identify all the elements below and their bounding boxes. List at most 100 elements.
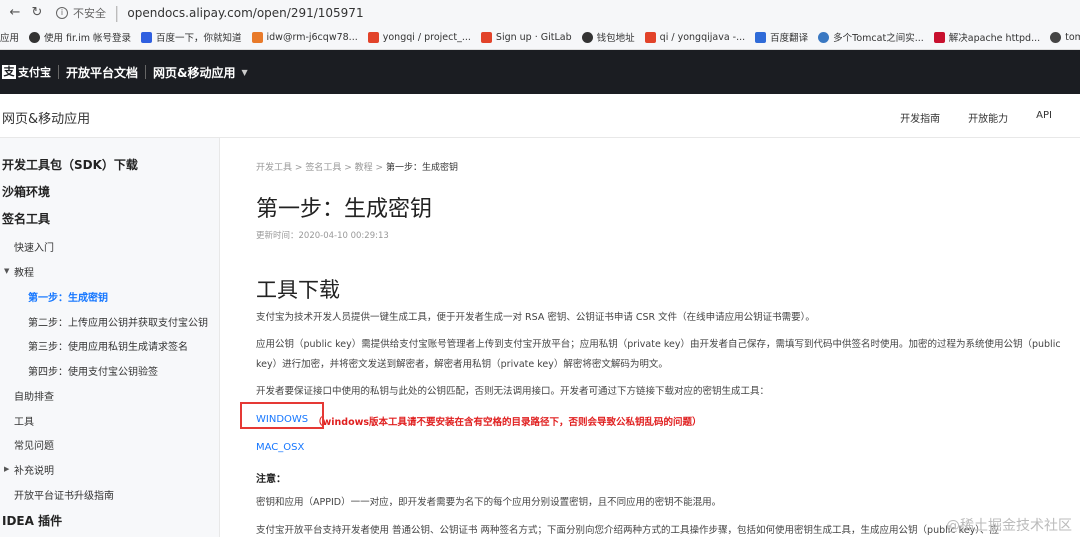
sidebar-item-cert-upgrade[interactable]: 开放平台证书升级指南 xyxy=(14,487,114,502)
address-bar-row: ← ↻ i 不安全 | opendocs.alipay.com/open/291… xyxy=(0,0,1080,25)
url-field[interactable]: opendocs.alipay.com/open/291/105971 xyxy=(127,6,363,20)
translate-icon xyxy=(755,31,767,43)
github-icon xyxy=(29,31,41,43)
note-label: 注意： xyxy=(256,474,286,485)
mac-download-link[interactable]: MAC_OSX xyxy=(256,442,304,453)
breadcrumb-sep: > xyxy=(344,163,352,173)
breadcrumb-sep: > xyxy=(375,163,384,173)
update-time: 更新时间：2020-04-10 00:29:13 xyxy=(256,231,389,241)
topbar-divider xyxy=(58,65,59,79)
back-icon[interactable]: ← xyxy=(4,2,26,24)
bookmark-item[interactable]: idw@rm-j6cqw78... xyxy=(251,31,358,43)
gitlab-icon xyxy=(480,31,492,43)
bookmark-item[interactable]: yongqi / project_... xyxy=(367,31,471,43)
nav-api[interactable]: API xyxy=(1036,110,1052,125)
keys-paragraph: 应用公钥（public key）需提供给支付宝账号管理者上传到支付宝开放平台；应… xyxy=(256,339,1061,370)
reload-icon[interactable]: ↻ xyxy=(26,2,48,24)
csdn-icon xyxy=(933,31,945,43)
bookmark-item[interactable]: 百度一下，你就知道 xyxy=(141,30,242,44)
bookmark-item[interactable]: Sign up · GitLab xyxy=(480,31,572,43)
bookmarks-bar: 应用 使用 fir.im 帐号登录 百度一下，你就知道 idw@rm-j6cqw… xyxy=(0,26,1080,48)
caret-right-icon[interactable]: ▶ xyxy=(4,465,9,473)
nav-dev-guide[interactable]: 开发指南 xyxy=(900,110,940,125)
sidebar-item-faq[interactable]: 常见问题 xyxy=(14,437,54,452)
breadcrumb-item[interactable]: 开发工具 xyxy=(256,163,292,173)
security-label: 不安全 xyxy=(73,6,106,20)
bookmark-label: tomcat xyxy=(1065,31,1080,43)
sign-mode-paragraph: 支付宝开放平台支持开发者使用 普通公钥、公钥证书 两种签名方式；下面分别向您介绍… xyxy=(256,525,1000,536)
bookmark-label: yongqi / project_... xyxy=(382,31,471,43)
docs-title-link[interactable]: 开放平台文档 xyxy=(66,64,138,81)
gitlab-icon xyxy=(367,31,379,43)
sidebar-item-quickstart[interactable]: 快速入门 xyxy=(14,239,54,254)
sidebar-item-idea-plugin[interactable]: IDEA 插件 xyxy=(2,512,62,529)
browser-chrome: ← ↻ i 不安全 | opendocs.alipay.com/open/291… xyxy=(0,0,1080,50)
breadcrumb-sep: > xyxy=(294,163,303,173)
highlight-annotation xyxy=(240,402,324,429)
bookmark-item[interactable]: 钱包地址 xyxy=(581,30,635,44)
sidebar-item-step4[interactable]: 第四步：使用支付宝公钥验签 xyxy=(28,363,158,378)
bookmark-label: 多个Tomcat之间实... xyxy=(833,33,924,44)
windows-warning: （windows版本工具请不要安装在含有空格的目录路径下，否则会导致公私钥乱码的… xyxy=(313,417,702,428)
section-header: 网页&移动应用 开发指南 开放能力 API xyxy=(0,94,1080,138)
cnblogs-icon xyxy=(1050,31,1062,43)
watermark: @稀土掘金技术社区 xyxy=(946,515,1072,535)
product-switcher[interactable]: 网页&移动应用 xyxy=(153,64,235,81)
bookmark-label: 使用 fir.im 帐号登录 xyxy=(44,33,131,44)
alipay-logo-icon: 支 xyxy=(2,65,16,79)
bookmark-label: 百度翻译 xyxy=(770,33,809,44)
breadcrumb: 开发工具 > 签名工具 > 教程 > 第一步：生成密钥 xyxy=(256,160,458,173)
alipay-logo[interactable]: 支 支付宝 xyxy=(2,64,51,80)
watermark-text: @稀土掘金技术社区 xyxy=(946,518,1072,534)
baidu-icon xyxy=(141,31,152,43)
bookmark-label: 百度一下，你就知道 xyxy=(156,33,242,44)
bookmark-item[interactable]: 百度翻译 xyxy=(755,30,808,44)
topbar-divider xyxy=(145,65,147,79)
bookmark-item[interactable]: tomcat xyxy=(1050,31,1080,43)
blog-icon xyxy=(818,31,830,43)
bookmark-item[interactable]: qi / yongqijava -... xyxy=(644,31,746,43)
site-topbar: 支 支付宝 开放平台文档 网页&移动应用 ▼ xyxy=(0,50,1080,94)
info-icon: i xyxy=(56,6,68,19)
section-nav: 开发指南 开放能力 API xyxy=(872,110,1052,125)
sidebar-item-supplement[interactable]: 补充说明 xyxy=(14,462,54,477)
sidebar-item-step2[interactable]: 第二步：上传应用公钥并获取支付宝公钥 xyxy=(28,314,208,329)
bookmark-item[interactable]: 多个Tomcat之间实... xyxy=(818,30,924,44)
gitlab-icon xyxy=(644,31,656,43)
github-icon xyxy=(581,31,593,43)
bookmark-item[interactable]: 解决apache httpd... xyxy=(933,30,1041,44)
bookmark-item[interactable]: 使用 fir.im 帐号登录 xyxy=(29,30,131,44)
bookmark-label: 应用 xyxy=(0,33,20,44)
security-indicator[interactable]: i 不安全 xyxy=(56,5,106,21)
breadcrumb-item[interactable]: 签名工具 xyxy=(305,163,341,173)
nav-capabilities[interactable]: 开放能力 xyxy=(968,110,1008,125)
sidebar-item-step3[interactable]: 第三步：使用应用私钥生成请求签名 xyxy=(28,338,188,353)
sidebar-item-sandbox[interactable]: 沙箱环境 xyxy=(2,183,50,200)
sidebar-item-troubleshoot[interactable]: 自助排查 xyxy=(14,388,54,403)
bookmark-label: 钱包地址 xyxy=(596,33,635,44)
page-title: 第一步：生成密钥 xyxy=(256,197,433,222)
bookmark-label: 解决apache httpd... xyxy=(948,33,1041,44)
chevron-down-icon[interactable]: ▼ xyxy=(241,68,247,77)
bookmark-label: qi / yongqijava -... xyxy=(659,31,746,43)
logo-text: 支付宝 xyxy=(18,66,51,79)
db-icon xyxy=(251,31,263,43)
match-paragraph: 开发者要保证接口中使用的私钥与此处的公钥匹配，否则无法调用接口。开发者可通过下方… xyxy=(256,386,770,397)
note-paragraph: 密钥和应用（APPID）一一对应，即开发者需要为名下的每个应用分别设置密钥，且不… xyxy=(256,497,722,508)
sidebar-item-sdk[interactable]: 开发工具包（SDK）下载 xyxy=(2,156,138,173)
bookmark-apps[interactable]: 应用 xyxy=(0,30,19,44)
sidebar-item-step1[interactable]: 第一步：生成密钥 xyxy=(28,289,108,304)
sidebar-item-sign-tool[interactable]: 签名工具 xyxy=(2,210,50,227)
sidebar-item-tutorial[interactable]: 教程 xyxy=(14,264,34,279)
doc-sidebar: 开发工具包（SDK）下载 沙箱环境 签名工具 快速入门 ▼ 教程 第一步：生成密… xyxy=(0,138,220,537)
doc-content: 开发工具 > 签名工具 > 教程 > 第一步：生成密钥 第一步：生成密钥 更新时… xyxy=(256,138,1076,537)
sidebar-item-tools[interactable]: 工具 xyxy=(14,413,34,428)
bookmark-label: Sign up · GitLab xyxy=(495,31,572,43)
section-heading: 工具下载 xyxy=(256,278,340,302)
intro-paragraph: 支付宝为技术开发人员提供一键生成工具，便于开发者生成一对 RSA 密钥、公钥证书… xyxy=(256,312,815,323)
breadcrumb-item[interactable]: 教程 xyxy=(355,163,373,173)
bookmark-label: idw@rm-j6cqw78... xyxy=(266,31,358,43)
address-divider: | xyxy=(114,3,120,22)
breadcrumb-current: 第一步：生成密钥 xyxy=(385,163,458,173)
caret-down-icon[interactable]: ▼ xyxy=(4,267,9,275)
